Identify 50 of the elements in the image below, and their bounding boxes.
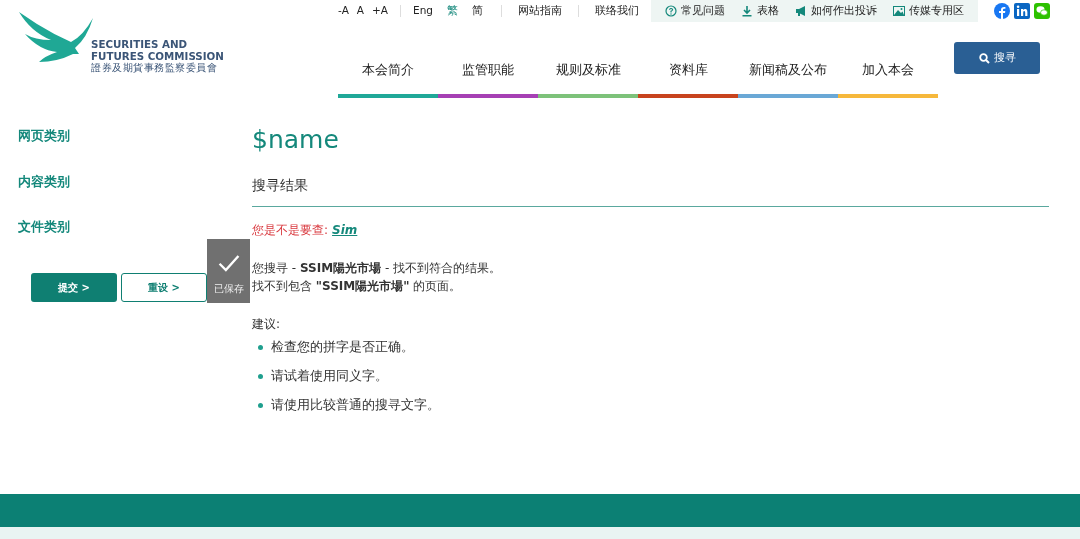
- language-link[interactable]: Eng: [413, 3, 433, 19]
- sidebar-link[interactable]: 文件类别: [18, 217, 70, 237]
- suggestions-label: 建议:: [252, 315, 282, 333]
- nav-link[interactable]: 资料库: [638, 61, 738, 98]
- linkedin-icon[interactable]: [1014, 3, 1030, 19]
- section-title: 搜寻结果: [252, 174, 1049, 207]
- language-link[interactable]: 繁: [447, 3, 458, 19]
- did-you-mean-label: 您是不是要查:: [252, 221, 329, 239]
- font-size-link[interactable]: +A: [372, 3, 389, 19]
- top-link[interactable]: 联络我们: [595, 3, 639, 19]
- logo-text: 證券及期貨事務監察委員會: [91, 62, 218, 74]
- quick-link[interactable]: 传媒专用区: [909, 3, 964, 19]
- result-message: 找不到包含 "SSIM陽光市場" 的页面。: [252, 277, 463, 295]
- reset-button[interactable]: 重设 >: [121, 272, 207, 302]
- facebook-icon[interactable]: [994, 3, 1010, 19]
- sidebar-link[interactable]: 网页类别: [18, 126, 70, 146]
- quick-link[interactable]: 如何作出投诉: [811, 3, 877, 19]
- nav-link[interactable]: 新闻稿及公布: [738, 61, 838, 98]
- download-icon: [741, 5, 753, 17]
- nav-link[interactable]: 规则及标准: [538, 61, 638, 98]
- quick-link[interactable]: 常见问题: [681, 3, 725, 19]
- suggestion-text: 请试着使用同义字。: [271, 366, 388, 385]
- nav-link[interactable]: 本会简介: [338, 61, 438, 98]
- font-size-link[interactable]: -A: [338, 3, 349, 19]
- search-icon: [978, 52, 990, 64]
- bullet-icon: [258, 344, 263, 350]
- megaphone-icon: [795, 5, 807, 17]
- result-message: 您搜寻 - SSIM陽光市場 - 找不到符合的结果。: [252, 259, 503, 277]
- help-icon: [665, 5, 677, 17]
- logo-text: SECURITIES AND: [91, 38, 189, 50]
- language-link[interactable]: 简: [472, 3, 483, 19]
- toast-text: 已保存: [213, 282, 244, 296]
- font-size-link[interactable]: A: [356, 3, 365, 19]
- page-heading: $name: [252, 124, 340, 156]
- bullet-icon: [258, 402, 263, 408]
- search-button[interactable]: 搜寻: [954, 42, 1040, 74]
- check-icon: [217, 252, 240, 274]
- suggestion-link[interactable]: Sim: [332, 220, 358, 239]
- submit-button[interactable]: 提交 >: [31, 272, 117, 302]
- image-icon: [893, 5, 905, 17]
- nav-link[interactable]: 加入本会: [838, 61, 938, 98]
- bullet-icon: [258, 373, 263, 379]
- sidebar-link[interactable]: 内容类别: [18, 171, 70, 191]
- suggestion-text: 检查您的拼字是否正确。: [271, 337, 414, 356]
- chat-bubbles-icon[interactable]: [1034, 3, 1050, 19]
- suggestion-text: 请使用比较普通的搜寻文字。: [271, 395, 440, 414]
- logo-text: FUTURES COMMISSION: [91, 50, 224, 62]
- quick-link[interactable]: 表格: [757, 3, 779, 19]
- nav-link[interactable]: 监管职能: [438, 61, 538, 98]
- top-link[interactable]: 网站指南: [518, 3, 562, 19]
